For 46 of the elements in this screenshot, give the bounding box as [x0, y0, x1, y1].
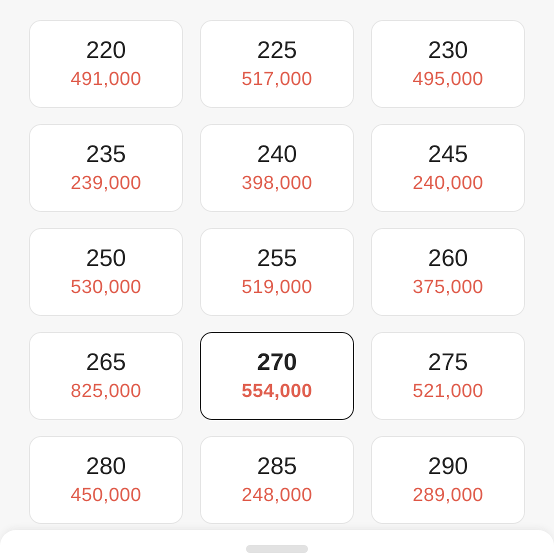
- price-label: 530,000: [70, 277, 142, 299]
- size-label: 270: [256, 349, 298, 377]
- size-option[interactable]: 260 375,000: [371, 228, 525, 316]
- price-label: 239,000: [70, 173, 142, 195]
- size-label: 280: [86, 453, 126, 481]
- size-option[interactable]: 245 240,000: [371, 124, 525, 212]
- size-option[interactable]: 290 289,000: [371, 436, 525, 524]
- size-option[interactable]: 285 248,000: [200, 436, 354, 524]
- size-label: 220: [86, 37, 126, 65]
- price-label: 521,000: [412, 381, 484, 403]
- size-label: 245: [428, 141, 468, 169]
- size-option[interactable]: 280 450,000: [29, 436, 183, 524]
- size-label: 230: [428, 37, 468, 65]
- size-option[interactable]: 265 825,000: [29, 332, 183, 420]
- size-option[interactable]: 250 530,000: [29, 228, 183, 316]
- price-label: 398,000: [242, 173, 312, 195]
- price-label: 554,000: [242, 381, 312, 403]
- size-label: 265: [86, 349, 126, 377]
- size-option[interactable]: 230 495,000: [371, 20, 525, 108]
- price-label: 375,000: [412, 277, 484, 299]
- price-label: 240,000: [412, 173, 484, 195]
- size-label: 240: [256, 141, 298, 169]
- size-label: 275: [428, 349, 468, 377]
- size-option[interactable]: 240 398,000: [200, 124, 354, 212]
- size-label: 285: [256, 453, 298, 481]
- size-option[interactable]: 220 491,000: [29, 20, 183, 108]
- size-option[interactable]: 235 239,000: [29, 124, 183, 212]
- price-label: 519,000: [242, 277, 312, 299]
- price-label: 517,000: [242, 69, 312, 91]
- size-label: 225: [256, 37, 298, 65]
- price-label: 825,000: [70, 381, 142, 403]
- size-label: 260: [428, 245, 468, 273]
- size-label: 255: [256, 245, 298, 273]
- size-label: 290: [428, 453, 468, 481]
- size-option[interactable]: 255 519,000: [200, 228, 354, 316]
- price-label: 491,000: [70, 69, 142, 91]
- size-label: 250: [86, 245, 126, 273]
- drag-handle[interactable]: [246, 545, 308, 553]
- price-label: 248,000: [242, 485, 312, 507]
- price-label: 450,000: [70, 485, 142, 507]
- size-option[interactable]: 225 517,000: [200, 20, 354, 108]
- size-option[interactable]: 275 521,000: [371, 332, 525, 420]
- price-label: 289,000: [412, 485, 484, 507]
- size-label: 235: [86, 141, 126, 169]
- price-label: 495,000: [412, 69, 484, 91]
- size-option[interactable]: 270 554,000: [200, 332, 354, 420]
